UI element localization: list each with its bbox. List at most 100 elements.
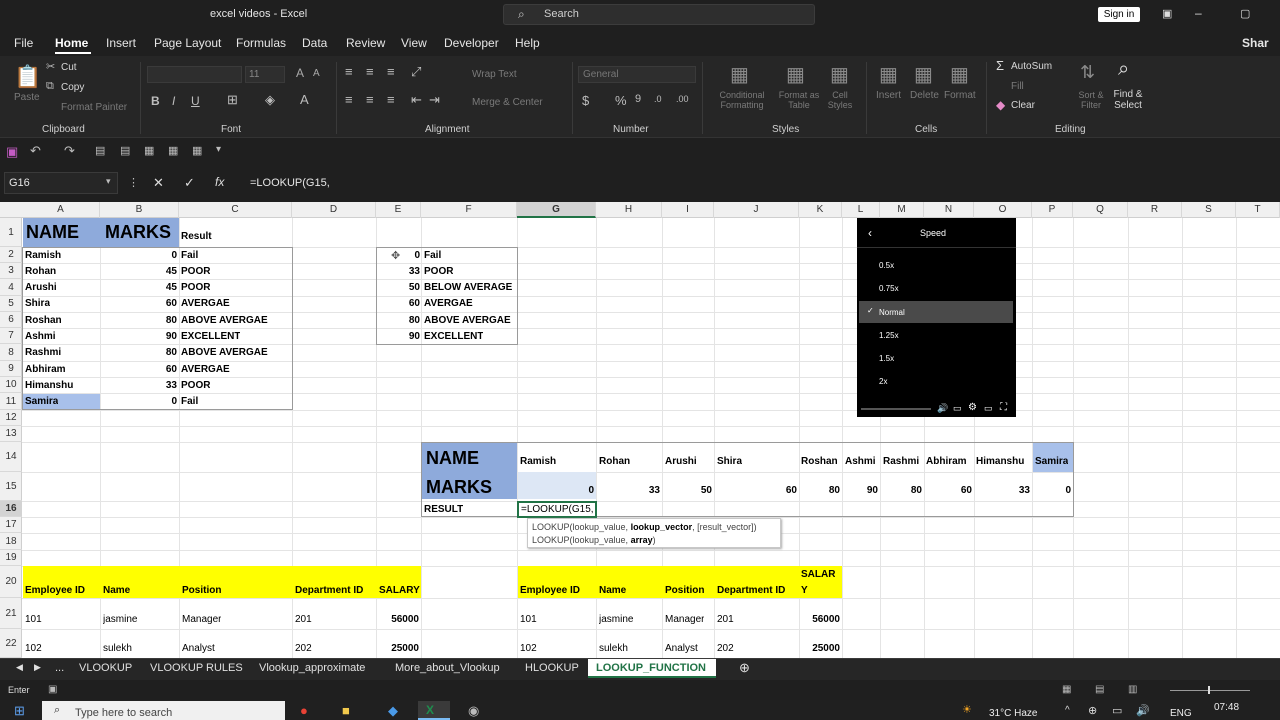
font-name-select[interactable]: [147, 66, 242, 83]
table-cell[interactable]: 80: [880, 485, 922, 496]
zoom-slider[interactable]: [1170, 690, 1250, 691]
table-header[interactable]: Department ID: [295, 585, 363, 596]
table-cell[interactable]: jasmine: [599, 614, 633, 625]
more-options-icon[interactable]: ⋮: [128, 176, 139, 189]
align-left-icon[interactable]: ≡: [345, 92, 353, 107]
underline-icon[interactable]: U: [191, 94, 200, 108]
sheet-tab-active[interactable]: LOOKUP_FUNCTION: [596, 662, 706, 674]
tab-page-layout[interactable]: Page Layout: [154, 36, 221, 50]
table-header[interactable]: SALAR: [801, 569, 835, 580]
cell-styles-icon[interactable]: ▦: [830, 62, 849, 87]
table-cell[interactable]: Ashmi: [845, 456, 876, 467]
table-cell[interactable]: Roshan: [25, 315, 62, 326]
table-cell[interactable]: ABOVE AVERGAE: [181, 347, 268, 358]
row-header[interactable]: 2: [0, 247, 22, 263]
font-size-select[interactable]: 11: [245, 66, 285, 83]
align-top-icon[interactable]: ≡: [345, 64, 353, 79]
ribbon-display-icon[interactable]: ▣: [1162, 7, 1172, 20]
table-cell[interactable]: 33: [376, 266, 420, 277]
align-middle-icon[interactable]: ≡: [366, 64, 374, 79]
table-cell[interactable]: POOR: [181, 380, 210, 391]
table-cell[interactable]: Analyst: [182, 643, 215, 654]
table-cell[interactable]: ABOVE AVERGAE: [181, 315, 268, 326]
row-header[interactable]: 8: [0, 344, 22, 361]
name-box[interactable]: G16: [4, 172, 118, 194]
tab-insert[interactable]: Insert: [106, 36, 136, 50]
table-cell[interactable]: 0: [100, 250, 177, 261]
table-header[interactable]: Y: [801, 585, 808, 596]
speed-option[interactable]: 0.75x: [879, 284, 899, 293]
table-cell[interactable]: ABOVE AVERGAE: [424, 315, 511, 326]
table1-name-header[interactable]: NAME: [26, 222, 79, 243]
format-cells-button[interactable]: Format: [944, 90, 976, 101]
orientation-icon[interactable]: ⤢: [411, 64, 421, 80]
quick-tool-1-icon[interactable]: ▤: [95, 144, 105, 157]
table-cell[interactable]: 60: [924, 485, 972, 496]
italic-icon[interactable]: I: [172, 94, 175, 108]
table-cell[interactable]: 201: [717, 614, 734, 625]
tab-developer[interactable]: Developer: [444, 36, 499, 50]
column-header[interactable]: T: [1236, 202, 1280, 218]
table-cell[interactable]: 50: [662, 485, 712, 496]
table-cell[interactable]: Fail: [181, 250, 198, 261]
quick-tool-4-icon[interactable]: ▦: [168, 144, 178, 157]
file-explorer-icon[interactable]: ■: [342, 703, 350, 718]
copy-button[interactable]: Copy: [61, 82, 84, 93]
conditional-formatting-icon[interactable]: ▦: [730, 62, 749, 87]
sheet-tab[interactable]: Vlookup_approximate: [259, 662, 365, 674]
tab-scroll-left-icon[interactable]: ◀: [16, 662, 23, 673]
table-cell[interactable]: 90: [100, 331, 177, 342]
row-header[interactable]: 3: [0, 263, 22, 279]
table-header[interactable]: Position: [182, 585, 221, 596]
speed-option[interactable]: 1.5x: [879, 354, 894, 363]
table-cell[interactable]: 0: [517, 485, 594, 496]
table-cell[interactable]: Samira: [1035, 456, 1068, 467]
tab-review[interactable]: Review: [346, 36, 385, 50]
formula-input[interactable]: =LOOKUP(G15,: [250, 177, 330, 189]
sort-filter-button[interactable]: Sort & Filter: [1072, 90, 1110, 110]
table-cell[interactable]: 50: [376, 282, 420, 293]
row-header[interactable]: 20: [0, 566, 22, 598]
find-select-icon[interactable]: ⌕: [1118, 58, 1129, 81]
app-icon[interactable]: ◆: [388, 703, 398, 719]
column-header[interactable]: H: [596, 202, 662, 218]
column-header[interactable]: S: [1182, 202, 1236, 218]
row-header[interactable]: 9: [0, 361, 22, 377]
conditional-formatting-button[interactable]: Conditional Formatting: [712, 90, 772, 110]
captions-icon[interactable]: ▭: [953, 403, 962, 414]
table-cell[interactable]: 101: [25, 614, 42, 625]
confirm-entry-icon[interactable]: ✓: [184, 175, 195, 191]
table-cell[interactable]: Ashmi: [25, 331, 56, 342]
undo-icon[interactable]: ↶: [30, 143, 41, 159]
column-header[interactable]: B: [100, 202, 179, 218]
back-icon[interactable]: ‹: [868, 226, 872, 240]
table-cell[interactable]: 90: [376, 331, 420, 342]
insert-cells-icon[interactable]: ▦: [879, 62, 898, 87]
table-cell[interactable]: Rashmi: [25, 347, 61, 358]
table-cell[interactable]: 25000: [799, 643, 840, 654]
row-header-selected[interactable]: 16: [0, 501, 22, 517]
align-bottom-icon[interactable]: ≡: [387, 64, 395, 79]
table-cell[interactable]: 0: [1032, 485, 1071, 496]
table-header[interactable]: Employee ID: [520, 585, 580, 596]
htable-marks-header[interactable]: MARKS: [426, 477, 492, 498]
sheet-tab[interactable]: HLOOKUP: [525, 662, 579, 674]
fullscreen-icon[interactable]: ⛶: [1000, 402, 1007, 413]
column-header[interactable]: P: [1032, 202, 1073, 218]
speed-option[interactable]: 2x: [879, 377, 887, 386]
volume-icon[interactable]: 🔊: [937, 403, 948, 414]
settings-icon[interactable]: ⚙: [968, 402, 977, 413]
decrease-font-icon[interactable]: A: [313, 68, 320, 79]
restore-icon[interactable]: ▢: [1240, 7, 1250, 20]
table1-result-header[interactable]: Result: [181, 231, 212, 242]
quick-tool-2-icon[interactable]: ▤: [120, 144, 130, 157]
align-right-icon[interactable]: ≡: [387, 92, 395, 107]
table-cell[interactable]: Manager: [182, 614, 221, 625]
table-header[interactable]: Name: [599, 585, 626, 596]
paste-icon[interactable]: 📋: [14, 64, 41, 90]
tab-help[interactable]: Help: [515, 36, 540, 50]
table-cell[interactable]: Manager: [665, 614, 704, 625]
table-cell[interactable]: Rashmi: [883, 456, 919, 467]
cut-button[interactable]: Cut: [61, 62, 77, 73]
quick-tool-5-icon[interactable]: ▦: [192, 144, 202, 157]
